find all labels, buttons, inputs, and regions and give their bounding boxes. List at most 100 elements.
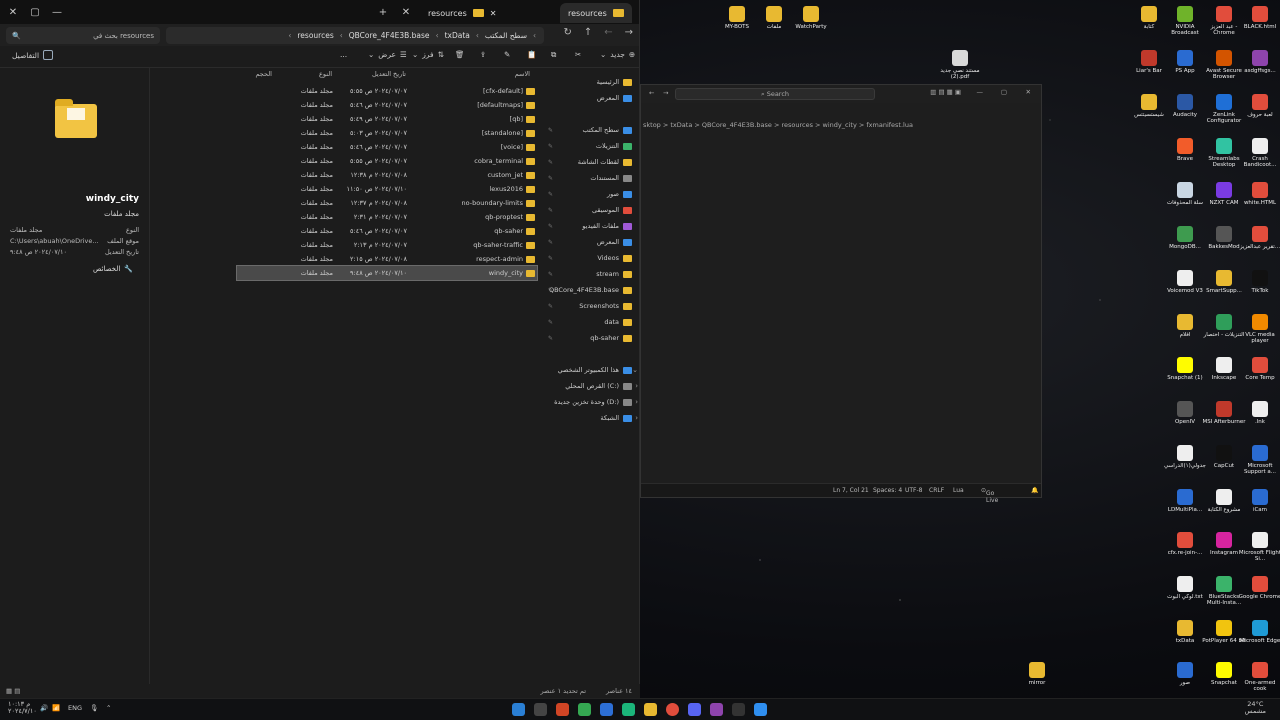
desktop-icon[interactable]: asdgffsgs... xyxy=(1238,50,1280,74)
breadcrumb-item[interactable]: سطح المكتب xyxy=(485,31,527,40)
nav-item[interactable]: لقطات الشاشة xyxy=(578,158,632,166)
new-button[interactable]: ⌄ جديد ⊕ xyxy=(600,50,635,59)
desktop-icon[interactable]: MongoDB... xyxy=(1163,226,1207,250)
desktop-icon[interactable]: TikTok xyxy=(1238,270,1280,294)
notifications-icon[interactable]: 🔔 xyxy=(1031,487,1038,494)
more-button[interactable]: ... xyxy=(340,50,347,59)
desktop-icon[interactable]: Audacity xyxy=(1163,94,1207,118)
file-row[interactable]: [cfx-default] ٢٠٢٤/٠٧/٠٧ ص ٥:٥٥ مجلد ملفات xyxy=(237,84,537,98)
wifi-icon[interactable]: 📶 xyxy=(52,704,60,712)
desktop-icon[interactable]: .lnk xyxy=(1238,401,1280,425)
desktop-icon[interactable]: جدولي(١)الدراسي xyxy=(1163,445,1207,469)
file-row[interactable]: custom_jet ٢٠٢٤/٠٧/٠٨ م ١٢:٣٨ مجلد ملفات xyxy=(237,168,537,182)
language-mode[interactable]: Lua xyxy=(953,487,964,494)
file-row[interactable]: respect-admin ٢٠٢٤/٠٧/٠٨ ص ٢:١٥ مجلد ملفات xyxy=(237,252,537,266)
forward-arrow-icon[interactable]: → xyxy=(663,89,668,97)
nav-item[interactable]: المعرض xyxy=(597,238,632,246)
pin-icon[interactable]: ✎ xyxy=(548,303,553,310)
desktop-icon[interactable]: Voicemod V3 xyxy=(1163,270,1207,294)
nav-item[interactable]: هذا الكمبيوتر الشخصي xyxy=(558,366,632,374)
desktop-icon[interactable]: mirror xyxy=(1015,662,1059,686)
maximize-icon[interactable]: ▢ xyxy=(1001,88,1007,96)
vscode-taskbar-icon[interactable] xyxy=(512,703,525,716)
clock[interactable]: م ١٠:١٣ ٢٠٢٤/٧/١٠ xyxy=(8,700,37,715)
chevron-right-icon[interactable]: › xyxy=(635,398,638,406)
file-row[interactable]: cobra_terminal ٢٠٢٤/٠٧/٠٧ ص ٥:٥٥ مجلد ملفا… xyxy=(237,154,537,168)
nav-item[interactable]: data xyxy=(604,318,632,326)
sort-button[interactable]: ⌄ فرز ⇅ xyxy=(412,50,444,59)
cut-icon[interactable]: ✂ xyxy=(575,50,581,59)
desktop-icon[interactable]: cfx.re-join-... xyxy=(1163,532,1207,556)
app-taskbar-icon[interactable] xyxy=(622,703,635,716)
breadcrumb-item[interactable]: QBCore_4F4E3B.base xyxy=(349,31,430,40)
desktop-icon[interactable]: BLACK.html xyxy=(1238,6,1280,30)
layout-icons[interactable]: ▥ ▤ ▦ ▣ xyxy=(930,88,961,96)
desktop-icon[interactable]: LDMultiPla... xyxy=(1163,489,1207,513)
pin-icon[interactable]: ✎ xyxy=(548,271,553,278)
desktop-icon[interactable]: Brave xyxy=(1163,138,1207,162)
tab-resources-2[interactable]: resources xyxy=(560,3,632,23)
file-row[interactable]: [standalone] ٢٠٢٤/٠٧/٠٧ ص ٥:٠٣ مجلد ملفات xyxy=(237,126,537,140)
line-ending[interactable]: CRLF xyxy=(929,487,944,494)
breadcrumb-item[interactable]: resources xyxy=(297,31,333,40)
file-row[interactable]: windy_city ٢٠٢٤/٠٧/١٠ ص ٩:٤٨ مجلد ملفات xyxy=(236,265,538,281)
file-row[interactable]: qb-saher-traffic ٢٠٢٤/٠٧/٠٧ م ٢:١٣ مجلد مل… xyxy=(237,238,537,252)
play-taskbar-icon[interactable] xyxy=(578,703,591,716)
pin-icon[interactable]: ✎ xyxy=(548,223,553,230)
breadcrumb[interactable]: ‹ resources ‹ QBCore_4F4E3B.base ‹ txDat… xyxy=(166,27,544,44)
desktop-icon[interactable]: Microsoft Support a... xyxy=(1238,445,1280,476)
editor-area[interactable] xyxy=(641,133,1041,483)
column-header-type[interactable]: النوع xyxy=(319,70,332,78)
pin-icon[interactable]: ✎ xyxy=(548,175,553,182)
close-icon[interactable]: ✕ xyxy=(2,0,24,24)
desktop-icon[interactable]: txData xyxy=(1163,620,1207,644)
delete-icon[interactable]: 🗑 xyxy=(455,50,465,59)
nav-item[interactable]: المستندات xyxy=(590,174,632,182)
column-header-size[interactable]: الحجم xyxy=(255,70,272,78)
desktop-icon[interactable]: Google Chrome xyxy=(1238,576,1280,600)
column-header-modified[interactable]: تاريخ التعديل xyxy=(372,70,406,78)
app-taskbar-icon[interactable] xyxy=(556,703,569,716)
back-arrow-icon[interactable]: ← xyxy=(649,89,654,97)
nav-item[interactable]: سطح المكتب xyxy=(582,126,632,134)
desktop-icon[interactable]: صور xyxy=(1163,662,1207,686)
nav-item[interactable]: QBCore_4F4E3B.base xyxy=(549,286,632,294)
indentation[interactable]: Spaces: 4 xyxy=(873,487,902,494)
pin-icon[interactable]: ✎ xyxy=(548,191,553,198)
desktop-icon[interactable]: iCam xyxy=(1238,489,1280,513)
tab-close-icon[interactable]: ✕ xyxy=(490,9,497,18)
pin-icon[interactable]: ✎ xyxy=(548,255,553,262)
file-row[interactable]: lexus2016 ٢٠٢٤/٠٧/١٠ ص ١١:٥٠ مجلد ملفات xyxy=(237,182,537,196)
nav-item[interactable]: Videos xyxy=(597,254,632,262)
search-icon[interactable] xyxy=(732,703,745,716)
vscode-breadcrumb[interactable]: sktop > txData > QBCore_4F4E3B.base > re… xyxy=(643,121,913,129)
back-arrow-icon[interactable]: → xyxy=(625,27,633,38)
column-header-name[interactable]: الاسم xyxy=(515,70,530,78)
details-button[interactable]: التفاصيل xyxy=(12,50,54,60)
nav-item[interactable]: Screenshots xyxy=(579,302,632,310)
nav-item[interactable]: stream xyxy=(596,270,632,278)
weather-widget[interactable]: 24°C مشمس xyxy=(1245,700,1266,715)
file-row[interactable]: qb-saher ٢٠٢٤/٠٧/٠٧ ص ٥:٤٦ مجلد ملفات xyxy=(237,224,537,238)
desktop-icon[interactable]: لوكي البوت.txt xyxy=(1163,576,1207,600)
up-arrow-icon[interactable]: ↑ xyxy=(584,27,592,38)
pin-icon[interactable]: ✎ xyxy=(548,335,553,342)
desktop-icon[interactable]: Microsoft Edge xyxy=(1238,620,1280,644)
file-row[interactable]: no-boundary-limits ٢٠٢٤/٠٧/٠٨ م ١٢:٣٧ مجلد… xyxy=(237,196,537,210)
file-row[interactable]: [qb] ٢٠٢٤/٠٧/٠٧ ص ٥:٤٩ مجلد ملفات xyxy=(237,112,537,126)
desktop-icon[interactable]: NVIDIA Broadcast xyxy=(1163,6,1207,37)
pin-icon[interactable]: ✎ xyxy=(548,239,553,246)
nav-item[interactable]: الشبكة xyxy=(600,414,632,422)
forward-arrow-icon[interactable]: ← xyxy=(604,27,612,38)
go-live-button[interactable]: ⊙ Go Live xyxy=(981,487,998,504)
maximize-icon[interactable]: ▢ xyxy=(24,0,46,24)
nav-item[interactable]: ملفات الفيديو xyxy=(582,222,632,230)
desktop-icon[interactable]: افلام xyxy=(1163,314,1207,338)
nav-item[interactable]: وحدة تخزين جديدة (D:) xyxy=(554,398,632,406)
pin-icon[interactable]: ✎ xyxy=(548,207,553,214)
minimize-icon[interactable]: — xyxy=(977,88,984,96)
vscode-search-box[interactable]: ⌕ Search xyxy=(675,88,875,100)
mic-icon[interactable]: 🎙 xyxy=(90,704,98,712)
desktop-icon[interactable]: PS App xyxy=(1163,50,1207,74)
desktop-icon[interactable]: Microsoft Flight Si... xyxy=(1238,532,1280,563)
